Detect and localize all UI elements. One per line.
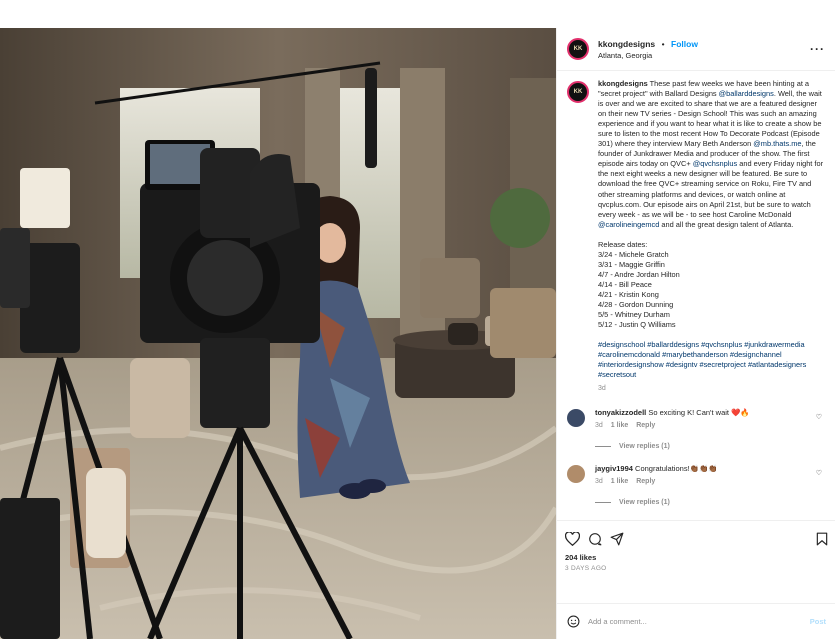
add-comment-bar: Post bbox=[557, 603, 835, 639]
replies-divider bbox=[595, 502, 611, 504]
release-item: 3/24 - Michele Gratch bbox=[598, 249, 669, 259]
more-options-icon[interactable]: ··· bbox=[810, 42, 825, 56]
share-icon[interactable] bbox=[610, 532, 624, 546]
comment-likes[interactable]: 1 like bbox=[611, 422, 629, 429]
post-caption: KK kkongdesigns These past few weeks we … bbox=[567, 79, 826, 394]
post-location[interactable]: Atlanta, Georgia bbox=[598, 50, 698, 61]
comment-input[interactable] bbox=[588, 617, 810, 626]
comment-text: Congratulations!👏🏾👏🏾👏🏾 bbox=[632, 464, 718, 474]
view-replies-label: View replies (1) bbox=[619, 443, 670, 451]
mention-link[interactable]: @mb.thats.me bbox=[753, 139, 801, 148]
author-avatar[interactable]: KK bbox=[567, 38, 589, 60]
caption-time[interactable]: 3d bbox=[598, 384, 826, 394]
commenter-username[interactable]: jaygiv1994 bbox=[595, 464, 633, 473]
caption-username[interactable]: kkongdesigns bbox=[598, 79, 648, 88]
post-comment-button[interactable]: Post bbox=[810, 617, 826, 626]
comment-time[interactable]: 3d bbox=[595, 478, 603, 485]
post-date[interactable]: 3 DAYS AGO bbox=[565, 565, 828, 572]
post-actions: 204 likes 3 DAYS AGO bbox=[557, 520, 835, 572]
emoji-icon[interactable] bbox=[567, 615, 580, 628]
release-item: 4/14 - Bill Peace bbox=[598, 279, 652, 289]
release-item: 4/28 - Gordon Dunning bbox=[598, 299, 674, 309]
follow-button[interactable]: Follow bbox=[671, 39, 698, 49]
view-replies-button[interactable]: View replies (1) bbox=[595, 499, 826, 506]
hashtags[interactable]: #designschool #ballarddesigns #qvchsnplu… bbox=[598, 340, 826, 380]
caption-text: kkongdesigns These past few weeks we hav… bbox=[598, 79, 826, 230]
release-dates: Release dates: 3/24 - Michele Gratch 3/3… bbox=[598, 240, 826, 330]
comment-body: jaygiv1994 Congratulations!👏🏾👏🏾👏🏾 3d 1 l… bbox=[595, 464, 815, 487]
comment-like-icon[interactable]: ♡ bbox=[816, 469, 822, 477]
post-photo[interactable] bbox=[0, 28, 556, 639]
separator-dot: • bbox=[661, 39, 665, 49]
photo-illustration bbox=[0, 28, 556, 639]
reply-button[interactable]: Reply bbox=[636, 478, 655, 485]
reply-button[interactable]: Reply bbox=[636, 422, 655, 429]
author-avatar-logo: KK bbox=[573, 46, 583, 52]
view-replies-label: View replies (1) bbox=[619, 499, 670, 507]
comment-item: tonyakizzodell So exciting K! Can't wait… bbox=[567, 408, 826, 431]
release-item: 5/5 - Whitney Durham bbox=[598, 310, 670, 320]
release-item: 4/7 - Andre Jordan Hilton bbox=[598, 269, 680, 279]
post-side-panel: KK kkongdesigns • Follow Atlanta, Georgi… bbox=[556, 28, 835, 639]
like-heart-icon[interactable] bbox=[565, 532, 580, 546]
release-title: Release dates: bbox=[598, 239, 648, 249]
comments-section[interactable]: KK kkongdesigns These past few weeks we … bbox=[557, 71, 835, 520]
comment-meta: 3d 1 like Reply bbox=[595, 421, 815, 431]
replies-divider bbox=[595, 446, 611, 448]
commenter-avatar[interactable] bbox=[567, 409, 585, 428]
author-info: kkongdesigns • Follow Atlanta, Georgia bbox=[598, 37, 698, 61]
release-item: 4/21 - Kristin Kong bbox=[598, 289, 659, 299]
commenter-username[interactable]: tonyakizzodell bbox=[595, 408, 646, 417]
comment-body: tonyakizzodell So exciting K! Can't wait… bbox=[595, 408, 815, 431]
caption-avatar-logo: KK bbox=[573, 89, 583, 95]
commenter-avatar[interactable] bbox=[567, 465, 585, 484]
comment-item: jaygiv1994 Congratulations!👏🏾👏🏾👏🏾 3d 1 l… bbox=[567, 464, 826, 487]
release-item: 5/12 - Justin Q Williams bbox=[598, 320, 676, 330]
mention-link[interactable]: @ballarddesigns bbox=[719, 89, 774, 98]
release-item: 3/31 - Maggie Griffin bbox=[598, 259, 665, 269]
action-icons bbox=[565, 529, 828, 549]
comment-icon[interactable] bbox=[588, 532, 602, 546]
comment-like-icon[interactable]: ♡ bbox=[816, 413, 822, 421]
mention-link[interactable]: @carolineingemcd bbox=[598, 220, 659, 229]
mention-link[interactable]: @qvchsnplus bbox=[693, 159, 737, 168]
caption-avatar[interactable]: KK bbox=[567, 81, 589, 103]
author-username[interactable]: kkongdesigns bbox=[598, 39, 655, 49]
comment-time[interactable]: 3d bbox=[595, 422, 603, 429]
top-bar bbox=[0, 0, 835, 28]
caption-body: kkongdesigns These past few weeks we hav… bbox=[598, 79, 826, 394]
like-count[interactable]: 204 likes bbox=[565, 553, 828, 562]
caption-part: and all the great design talent of Atlan… bbox=[659, 219, 794, 229]
save-bookmark-icon[interactable] bbox=[816, 532, 828, 546]
comment-text: So exciting K! Can't wait ❤️🔥 bbox=[646, 408, 750, 418]
comment-likes[interactable]: 1 like bbox=[611, 478, 629, 485]
post-header: KK kkongdesigns • Follow Atlanta, Georgi… bbox=[557, 28, 835, 71]
comment-meta: 3d 1 like Reply bbox=[595, 477, 815, 487]
view-replies-button[interactable]: View replies (1) bbox=[595, 443, 826, 450]
